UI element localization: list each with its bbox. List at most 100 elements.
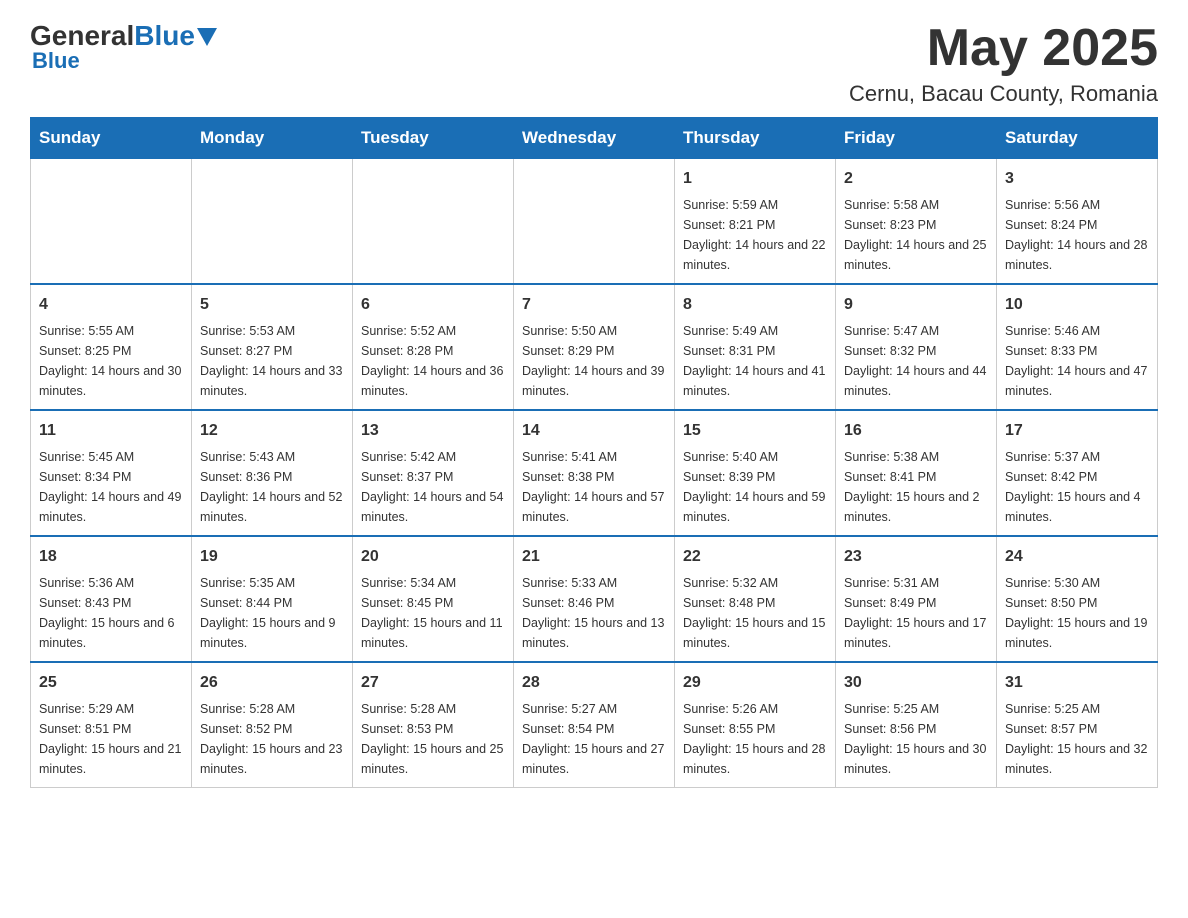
day-info: Sunrise: 5:27 AMSunset: 8:54 PMDaylight:…: [522, 699, 666, 779]
day-info: Sunrise: 5:43 AMSunset: 8:36 PMDaylight:…: [200, 447, 344, 527]
day-number: 8: [683, 293, 827, 317]
day-info: Sunrise: 5:37 AMSunset: 8:42 PMDaylight:…: [1005, 447, 1149, 527]
day-number: 4: [39, 293, 183, 317]
day-number: 28: [522, 671, 666, 695]
calendar-cell: 25 Sunrise: 5:29 AMSunset: 8:51 PMDayligh…: [31, 662, 192, 788]
day-info: Sunrise: 5:28 AMSunset: 8:53 PMDaylight:…: [361, 699, 505, 779]
calendar-cell: [31, 159, 192, 285]
location-title: Cernu, Bacau County, Romania: [849, 81, 1158, 107]
day-info: Sunrise: 5:28 AMSunset: 8:52 PMDaylight:…: [200, 699, 344, 779]
calendar-week-row-5: 25 Sunrise: 5:29 AMSunset: 8:51 PMDayligh…: [31, 662, 1158, 788]
day-number: 19: [200, 545, 344, 569]
day-number: 9: [844, 293, 988, 317]
calendar-week-row-3: 11 Sunrise: 5:45 AMSunset: 8:34 PMDayligh…: [31, 410, 1158, 536]
calendar-cell: 14 Sunrise: 5:41 AMSunset: 8:38 PMDayligh…: [514, 410, 675, 536]
day-info: Sunrise: 5:34 AMSunset: 8:45 PMDaylight:…: [361, 573, 505, 653]
day-info: Sunrise: 5:29 AMSunset: 8:51 PMDaylight:…: [39, 699, 183, 779]
calendar-cell: 6 Sunrise: 5:52 AMSunset: 8:28 PMDaylight…: [353, 284, 514, 410]
day-info: Sunrise: 5:47 AMSunset: 8:32 PMDaylight:…: [844, 321, 988, 401]
day-number: 16: [844, 419, 988, 443]
day-info: Sunrise: 5:40 AMSunset: 8:39 PMDaylight:…: [683, 447, 827, 527]
day-number: 12: [200, 419, 344, 443]
day-number: 27: [361, 671, 505, 695]
calendar-cell: 5 Sunrise: 5:53 AMSunset: 8:27 PMDaylight…: [192, 284, 353, 410]
calendar-cell: 19 Sunrise: 5:35 AMSunset: 8:44 PMDayligh…: [192, 536, 353, 662]
day-number: 23: [844, 545, 988, 569]
calendar-cell: [192, 159, 353, 285]
day-number: 29: [683, 671, 827, 695]
day-number: 26: [200, 671, 344, 695]
calendar-cell: 26 Sunrise: 5:28 AMSunset: 8:52 PMDayligh…: [192, 662, 353, 788]
calendar-cell: 21 Sunrise: 5:33 AMSunset: 8:46 PMDayligh…: [514, 536, 675, 662]
calendar-cell: 11 Sunrise: 5:45 AMSunset: 8:34 PMDayligh…: [31, 410, 192, 536]
calendar-cell: 23 Sunrise: 5:31 AMSunset: 8:49 PMDayligh…: [836, 536, 997, 662]
weekday-header-tuesday: Tuesday: [353, 118, 514, 159]
day-number: 24: [1005, 545, 1149, 569]
day-number: 11: [39, 419, 183, 443]
weekday-header-saturday: Saturday: [997, 118, 1158, 159]
day-info: Sunrise: 5:49 AMSunset: 8:31 PMDaylight:…: [683, 321, 827, 401]
day-info: Sunrise: 5:56 AMSunset: 8:24 PMDaylight:…: [1005, 195, 1149, 275]
day-info: Sunrise: 5:58 AMSunset: 8:23 PMDaylight:…: [844, 195, 988, 275]
day-number: 7: [522, 293, 666, 317]
calendar-cell: 17 Sunrise: 5:37 AMSunset: 8:42 PMDayligh…: [997, 410, 1158, 536]
day-info: Sunrise: 5:38 AMSunset: 8:41 PMDaylight:…: [844, 447, 988, 527]
day-info: Sunrise: 5:42 AMSunset: 8:37 PMDaylight:…: [361, 447, 505, 527]
calendar-cell: [353, 159, 514, 285]
day-number: 21: [522, 545, 666, 569]
day-info: Sunrise: 5:32 AMSunset: 8:48 PMDaylight:…: [683, 573, 827, 653]
day-number: 13: [361, 419, 505, 443]
day-info: Sunrise: 5:25 AMSunset: 8:56 PMDaylight:…: [844, 699, 988, 779]
calendar-cell: 15 Sunrise: 5:40 AMSunset: 8:39 PMDayligh…: [675, 410, 836, 536]
day-info: Sunrise: 5:35 AMSunset: 8:44 PMDaylight:…: [200, 573, 344, 653]
day-info: Sunrise: 5:55 AMSunset: 8:25 PMDaylight:…: [39, 321, 183, 401]
weekday-header-thursday: Thursday: [675, 118, 836, 159]
day-info: Sunrise: 5:45 AMSunset: 8:34 PMDaylight:…: [39, 447, 183, 527]
calendar-cell: 12 Sunrise: 5:43 AMSunset: 8:36 PMDayligh…: [192, 410, 353, 536]
calendar-week-row-2: 4 Sunrise: 5:55 AMSunset: 8:25 PMDaylight…: [31, 284, 1158, 410]
day-number: 22: [683, 545, 827, 569]
calendar-cell: 27 Sunrise: 5:28 AMSunset: 8:53 PMDayligh…: [353, 662, 514, 788]
day-number: 30: [844, 671, 988, 695]
day-info: Sunrise: 5:52 AMSunset: 8:28 PMDaylight:…: [361, 321, 505, 401]
page-header: General Blue Blue May 2025 Cernu, Bacau …: [30, 20, 1158, 107]
day-info: Sunrise: 5:41 AMSunset: 8:38 PMDaylight:…: [522, 447, 666, 527]
calendar-cell: 10Sunrise: 5:46 AMSunset: 8:33 PMDayligh…: [997, 284, 1158, 410]
calendar-cell: 29 Sunrise: 5:26 AMSunset: 8:55 PMDayligh…: [675, 662, 836, 788]
calendar-cell: 4 Sunrise: 5:55 AMSunset: 8:25 PMDaylight…: [31, 284, 192, 410]
calendar-cell: 8 Sunrise: 5:49 AMSunset: 8:31 PMDaylight…: [675, 284, 836, 410]
calendar-cell: 16 Sunrise: 5:38 AMSunset: 8:41 PMDayligh…: [836, 410, 997, 536]
calendar-week-row-1: 1Sunrise: 5:59 AMSunset: 8:21 PMDaylight…: [31, 159, 1158, 285]
day-number: 15: [683, 419, 827, 443]
day-info: Sunrise: 5:33 AMSunset: 8:46 PMDaylight:…: [522, 573, 666, 653]
day-number: 25: [39, 671, 183, 695]
day-info: Sunrise: 5:31 AMSunset: 8:49 PMDaylight:…: [844, 573, 988, 653]
logo-triangle-icon: [197, 28, 217, 46]
calendar-cell: 22 Sunrise: 5:32 AMSunset: 8:48 PMDayligh…: [675, 536, 836, 662]
logo-underline: Blue: [32, 48, 80, 74]
calendar-cell: 13 Sunrise: 5:42 AMSunset: 8:37 PMDayligh…: [353, 410, 514, 536]
day-number: 10: [1005, 293, 1149, 317]
day-info: Sunrise: 5:26 AMSunset: 8:55 PMDaylight:…: [683, 699, 827, 779]
day-info: Sunrise: 5:53 AMSunset: 8:27 PMDaylight:…: [200, 321, 344, 401]
day-number: 14: [522, 419, 666, 443]
weekday-header-wednesday: Wednesday: [514, 118, 675, 159]
calendar-cell: [514, 159, 675, 285]
calendar-cell: 30 Sunrise: 5:25 AMSunset: 8:56 PMDayligh…: [836, 662, 997, 788]
calendar-cell: 18Sunrise: 5:36 AMSunset: 8:43 PMDayligh…: [31, 536, 192, 662]
day-number: 3: [1005, 167, 1149, 191]
day-number: 2: [844, 167, 988, 191]
day-info: Sunrise: 5:30 AMSunset: 8:50 PMDaylight:…: [1005, 573, 1149, 653]
day-number: 17: [1005, 419, 1149, 443]
day-number: 18: [39, 545, 183, 569]
calendar-cell: 1Sunrise: 5:59 AMSunset: 8:21 PMDaylight…: [675, 159, 836, 285]
calendar-week-row-4: 18Sunrise: 5:36 AMSunset: 8:43 PMDayligh…: [31, 536, 1158, 662]
day-info: Sunrise: 5:50 AMSunset: 8:29 PMDaylight:…: [522, 321, 666, 401]
calendar-cell: 28 Sunrise: 5:27 AMSunset: 8:54 PMDayligh…: [514, 662, 675, 788]
day-number: 5: [200, 293, 344, 317]
day-number: 1: [683, 167, 827, 191]
day-number: 6: [361, 293, 505, 317]
calendar-cell: 3 Sunrise: 5:56 AMSunset: 8:24 PMDaylight…: [997, 159, 1158, 285]
calendar-cell: 2 Sunrise: 5:58 AMSunset: 8:23 PMDaylight…: [836, 159, 997, 285]
calendar-cell: 9 Sunrise: 5:47 AMSunset: 8:32 PMDaylight…: [836, 284, 997, 410]
